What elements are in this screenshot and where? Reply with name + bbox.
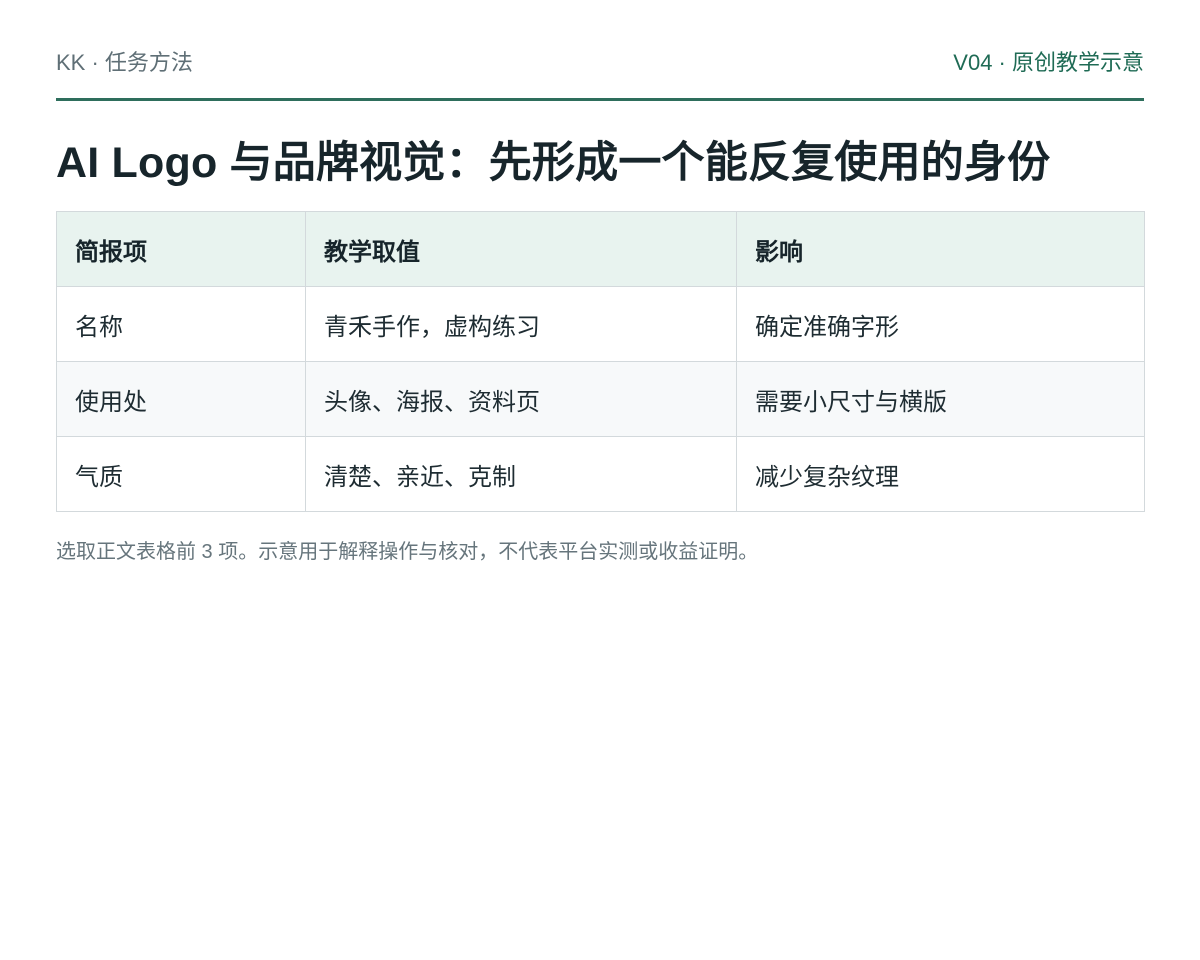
page: KK · 任务方法 V04 · 原创教学示意 AI Logo 与品牌视觉：先形成… <box>56 0 1145 566</box>
table-cell: 确定准确字形 <box>736 286 1145 362</box>
page-title: AI Logo 与品牌视觉：先形成一个能反复使用的身份 <box>56 139 1051 187</box>
brief-table: 简报项 教学取值 影响 名称 青禾手作，虚构练习 确定准确字形 使用处 头像、海… <box>56 211 1145 512</box>
header-divider <box>56 98 1144 101</box>
column-header-impact: 影响 <box>736 211 1145 287</box>
header-left-label: KK · 任务方法 <box>56 50 193 75</box>
header-right-label: V04 · 原创教学示意 <box>953 50 1144 75</box>
table-cell: 气质 <box>56 436 306 512</box>
table-row: 使用处 头像、海报、资料页 需要小尺寸与横版 <box>56 361 1145 437</box>
column-header-item: 简报项 <box>56 211 306 287</box>
column-header-value: 教学取值 <box>305 211 737 287</box>
footnote: 选取正文表格前 3 项。示意用于解释操作与核对，不代表平台实测或收益证明。 <box>56 541 759 563</box>
table-cell: 清楚、亲近、克制 <box>305 436 737 512</box>
table-cell: 头像、海报、资料页 <box>305 361 737 437</box>
table-cell: 减少复杂纹理 <box>736 436 1145 512</box>
table-row: 名称 青禾手作，虚构练习 确定准确字形 <box>56 286 1145 362</box>
table-cell: 名称 <box>56 286 306 362</box>
page-header: KK · 任务方法 V04 · 原创教学示意 <box>56 48 1144 78</box>
table-cell: 使用处 <box>56 361 306 437</box>
table-cell: 需要小尺寸与横版 <box>736 361 1145 437</box>
table-row: 气质 清楚、亲近、克制 减少复杂纹理 <box>56 436 1145 512</box>
table-cell: 青禾手作，虚构练习 <box>305 286 737 362</box>
table-header-row: 简报项 教学取值 影响 <box>56 211 1145 287</box>
